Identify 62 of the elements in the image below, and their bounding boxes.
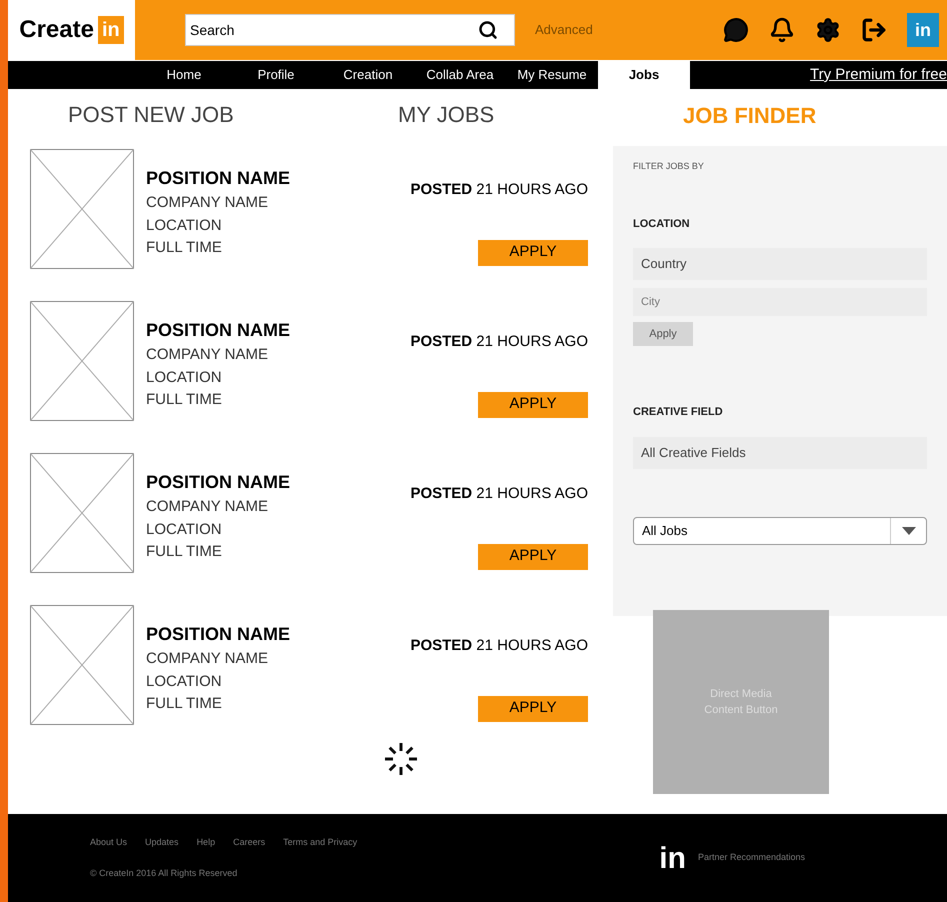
job-type: FULL TIME	[146, 694, 223, 714]
apply-button[interactable]: APPLY	[478, 696, 588, 722]
logo-text: Create	[19, 15, 94, 45]
job-type: FULL TIME	[146, 542, 223, 562]
profile-badge[interactable]: in	[907, 13, 939, 47]
logo-badge: in	[98, 16, 124, 44]
country-select[interactable]: Country	[633, 248, 927, 280]
nav-tab[interactable]: Profile	[230, 61, 322, 89]
company-name: COMPANY NAME	[146, 193, 269, 213]
footer-badge[interactable]: in	[659, 836, 686, 880]
footer-link[interactable]: Terms and Privacy	[283, 836, 358, 849]
job-location: LOCATION	[146, 216, 223, 236]
post-job-heading: POST NEW JOB	[68, 100, 235, 128]
job-location: LOCATION	[146, 672, 223, 692]
premium-link[interactable]: Try Premium for free	[810, 64, 947, 86]
search-input[interactable]: Search	[190, 20, 478, 40]
job-type: FULL TIME	[146, 390, 223, 410]
settings-icon[interactable]	[815, 17, 841, 43]
footer-link[interactable]: Help	[196, 836, 216, 849]
nav-tab[interactable]: Creation	[322, 61, 414, 89]
dropdown-arrow-icon[interactable]	[902, 526, 916, 534]
filter-apply-button[interactable]: Apply	[633, 322, 693, 346]
company-name: COMPANY NAME	[146, 345, 269, 365]
position-name: POSITION NAME	[146, 167, 292, 190]
search-icon[interactable]	[478, 20, 498, 40]
city-field[interactable]: City	[633, 288, 927, 316]
creative-field-select[interactable]: All Creative Fields	[633, 436, 927, 468]
position-name: POSITION NAME	[146, 623, 292, 646]
footer-link[interactable]: About Us	[90, 836, 128, 849]
nav-tab[interactable]: My Resume	[506, 61, 598, 89]
position-name: POSITION NAME	[146, 319, 292, 342]
job-finder-heading: JOB FINDER	[683, 102, 818, 130]
posted-time: POSTED 21 HOURS AGO	[410, 636, 588, 656]
copyright-text: © CreateIn 2016 All Rights Reserved	[90, 867, 238, 880]
nav-tab[interactable]: Jobs	[598, 61, 690, 89]
footer-link[interactable]: Updates	[145, 836, 179, 849]
posted-time: POSTED 21 HOURS AGO	[410, 484, 588, 504]
job-type-select[interactable]: All Jobs	[633, 516, 927, 544]
posted-time: POSTED 21 HOURS AGO	[410, 332, 588, 352]
job-location: LOCATION	[146, 368, 223, 388]
posted-time: POSTED 21 HOURS AGO	[410, 180, 588, 200]
job-location: LOCATION	[146, 520, 223, 540]
logout-icon[interactable]	[861, 17, 887, 43]
nav-tab[interactable]: Home	[138, 61, 230, 89]
creative-field-label: CREATIVE FIELD	[633, 405, 724, 420]
partner-text: Partner Recommendations	[698, 851, 805, 864]
my-jobs-heading: MY JOBS	[398, 100, 494, 128]
footer-link[interactable]: Careers	[233, 836, 266, 849]
bell-icon[interactable]	[769, 17, 795, 43]
apply-button[interactable]: APPLY	[478, 240, 588, 266]
apply-button[interactable]: APPLY	[478, 392, 588, 418]
location-label: LOCATION	[633, 216, 691, 232]
apply-button[interactable]: APPLY	[478, 544, 588, 570]
nav-tab[interactable]: Collab Area	[414, 61, 506, 89]
filter-title: FILTER JOBS BY	[633, 160, 705, 173]
loading-spinner-icon	[382, 741, 418, 777]
company-name: COMPANY NAME	[146, 497, 269, 517]
job-type: FULL TIME	[146, 238, 223, 258]
position-name: POSITION NAME	[146, 471, 292, 494]
company-name: COMPANY NAME	[146, 649, 269, 669]
search-field[interactable]: Search	[185, 14, 515, 46]
chat-icon[interactable]	[723, 17, 749, 43]
